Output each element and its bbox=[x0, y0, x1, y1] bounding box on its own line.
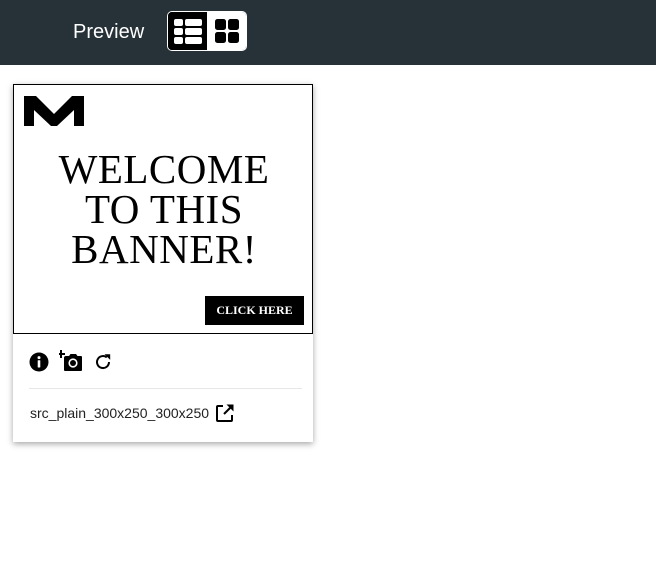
card-actions bbox=[29, 350, 123, 374]
grid-view-button[interactable] bbox=[207, 12, 246, 50]
info-icon[interactable] bbox=[29, 352, 49, 372]
page-title: Preview bbox=[73, 21, 145, 43]
m-logo-icon bbox=[24, 96, 84, 131]
headline-line: TO THIS bbox=[84, 186, 244, 232]
grid-view-icon bbox=[214, 19, 239, 43]
view-toggle bbox=[167, 11, 247, 51]
add-screenshot-icon[interactable] bbox=[59, 350, 83, 374]
headline-line: BANNER! bbox=[71, 226, 257, 272]
headline-line: WELCOME bbox=[58, 146, 270, 192]
card-divider bbox=[29, 388, 302, 389]
banner-headline: WELCOME TO THIS BANNER! bbox=[14, 146, 314, 272]
click-here-button[interactable]: CLICK HERE bbox=[205, 296, 304, 325]
preview-card: WELCOME TO THIS BANNER! CLICK HERE src_p… bbox=[13, 84, 313, 442]
list-view-icon bbox=[173, 19, 202, 44]
file-name: src_plain_300x250_300x250 bbox=[30, 405, 210, 421]
open-external-icon[interactable] bbox=[215, 403, 235, 423]
refresh-icon[interactable] bbox=[93, 352, 113, 372]
file-row: src_plain_300x250_300x250 bbox=[30, 403, 235, 423]
list-view-button[interactable] bbox=[168, 12, 207, 50]
banner-preview[interactable]: WELCOME TO THIS BANNER! CLICK HERE bbox=[13, 84, 313, 334]
top-bar: Preview bbox=[0, 0, 656, 65]
